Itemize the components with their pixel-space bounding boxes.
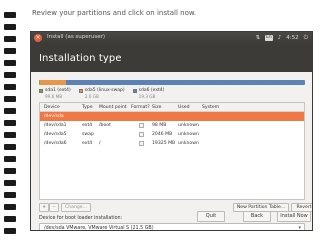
- column-header-used[interactable]: Used: [178, 105, 190, 110]
- binding-hole: [4, 24, 16, 30]
- legend-size: 99.6 MB: [45, 94, 63, 99]
- table-row[interactable]: /dev/sda5 swap 2046 MB unknown: [40, 130, 304, 139]
- partition-bar: [39, 80, 305, 85]
- legend-size: 19.3 GB: [138, 94, 156, 99]
- cell-size: 98 MB: [152, 123, 167, 128]
- binding-hole: [4, 132, 16, 138]
- speaker-icon[interactable]: ♪: [278, 34, 282, 42]
- legend-name: sda6 (ext4): [138, 88, 165, 93]
- add-partition-button[interactable]: +: [39, 203, 49, 212]
- partition-bar-segment: [40, 80, 66, 85]
- binding-hole: [4, 180, 16, 186]
- notebook-page: Review your partitions and click on inst…: [0, 0, 320, 240]
- cell-type: ext4: [82, 123, 93, 128]
- change-partition-button[interactable]: Change...: [61, 203, 91, 212]
- legend-name: sda1 (ext4): [45, 88, 71, 93]
- column-header-device[interactable]: Device: [44, 105, 60, 110]
- binding-hole: [4, 204, 16, 210]
- installer-window: × Install (as superuser) ⇅ En ♪ 4:52 ⏻ I…: [30, 31, 313, 231]
- table-row[interactable]: /dev/sda1 ext4 /boot 98 MB unknown: [40, 121, 304, 130]
- keyboard-layout-indicator[interactable]: En: [265, 35, 273, 41]
- cell-used: unknown: [178, 123, 199, 128]
- binding-hole: [4, 60, 16, 66]
- cell-type: ext4: [82, 141, 93, 146]
- window-title: Install (as superuser): [47, 34, 106, 40]
- partition-bar-segment: [65, 80, 305, 85]
- cell-used: unknown: [178, 141, 199, 146]
- clock[interactable]: 4:52: [286, 34, 298, 42]
- column-header-format[interactable]: Format?: [131, 105, 150, 110]
- format-checkbox[interactable]: [139, 141, 144, 146]
- cell-device: /dev/sda1: [44, 123, 67, 128]
- cell-device: /dev/sda6: [44, 141, 67, 146]
- window-titlebar: × Install (as superuser) ⇅ En ♪ 4:52 ⏻: [31, 32, 312, 44]
- legend-swatch: [78, 89, 83, 93]
- binding-hole: [4, 48, 16, 54]
- legend-item: sda1 (ext4) 99.6 MB: [39, 88, 71, 99]
- binding-hole: [4, 192, 16, 198]
- page-header: Installation type: [31, 44, 312, 72]
- binding-hole: [4, 156, 16, 162]
- cell-mount: /boot: [99, 123, 111, 128]
- binding-hole: [4, 96, 16, 102]
- binding-hole: [4, 144, 16, 150]
- legend-item: sda5 (linux-swap) 2.0 GB: [78, 88, 125, 99]
- partition-legend: sda1 (ext4) 99.6 MB sda5 (linux-swap) 2.…: [39, 88, 164, 99]
- legend-swatch: [39, 89, 43, 93]
- cell-device: /dev/sda: [44, 114, 64, 119]
- cell-used: unknown: [178, 132, 199, 137]
- format-checkbox[interactable]: [139, 132, 144, 137]
- cell-device: /dev/sda5: [44, 132, 67, 137]
- cell-type: swap: [82, 132, 94, 137]
- back-button[interactable]: Back: [243, 211, 271, 222]
- legend-size: 2.0 GB: [84, 94, 99, 99]
- system-tray: ⇅ En ♪ 4:52 ⏻: [255, 34, 308, 42]
- column-header-mount-point[interactable]: Mount point: [99, 105, 127, 110]
- partition-table: Device Type Mount point Format? Size Use…: [39, 102, 305, 200]
- network-icon[interactable]: ⇅: [255, 34, 260, 42]
- cell-size: 2046 MB: [152, 132, 173, 137]
- table-row[interactable]: /dev/sda: [40, 112, 304, 121]
- boot-loader-label: Device for boot loader installation:: [39, 216, 123, 221]
- binding-hole: [4, 216, 16, 222]
- table-row[interactable]: /dev/sda6 ext4 / 19325 MB unknown: [40, 139, 304, 148]
- page-title: Installation type: [39, 53, 122, 64]
- boot-loader-select[interactable]: /dev/sda VMware, VMware Virtual S (21.5 …: [39, 223, 305, 231]
- format-checkbox[interactable]: [139, 123, 144, 128]
- binding-hole: [4, 168, 16, 174]
- table-header: Device Type Mount point Format? Size Use…: [40, 103, 304, 112]
- binding-hole: [4, 84, 16, 90]
- chevron-down-icon: ▾: [298, 225, 301, 231]
- column-header-type[interactable]: Type: [82, 105, 93, 110]
- cell-mount: /: [99, 141, 101, 146]
- remove-partition-button[interactable]: −: [49, 203, 59, 212]
- binding-hole: [4, 72, 16, 78]
- legend-swatch: [132, 89, 137, 93]
- boot-loader-value: /dev/sda VMware, VMware Virtual S (21.5 …: [44, 226, 154, 231]
- column-header-size[interactable]: Size: [152, 105, 161, 110]
- cell-size: 19325 MB: [152, 141, 176, 146]
- binding-hole: [4, 12, 16, 18]
- quit-button[interactable]: Quit: [197, 211, 225, 222]
- power-icon[interactable]: ⏻: [304, 34, 308, 42]
- close-button[interactable]: ×: [34, 34, 42, 42]
- binding-hole: [4, 228, 16, 234]
- legend-name: sda5 (linux-swap): [84, 88, 125, 93]
- action-buttons: Quit Back Install Now: [197, 211, 313, 223]
- binding-hole: [4, 120, 16, 126]
- column-header-system[interactable]: System: [202, 105, 219, 110]
- legend-item: sda6 (ext4) 19.3 GB: [132, 88, 165, 99]
- binding-hole: [4, 108, 16, 114]
- binding-hole: [4, 36, 16, 42]
- spiral-binding: [4, 12, 16, 238]
- install-now-button[interactable]: Install Now: [277, 211, 311, 222]
- instruction-text: Review your partitions and click on inst…: [32, 9, 197, 17]
